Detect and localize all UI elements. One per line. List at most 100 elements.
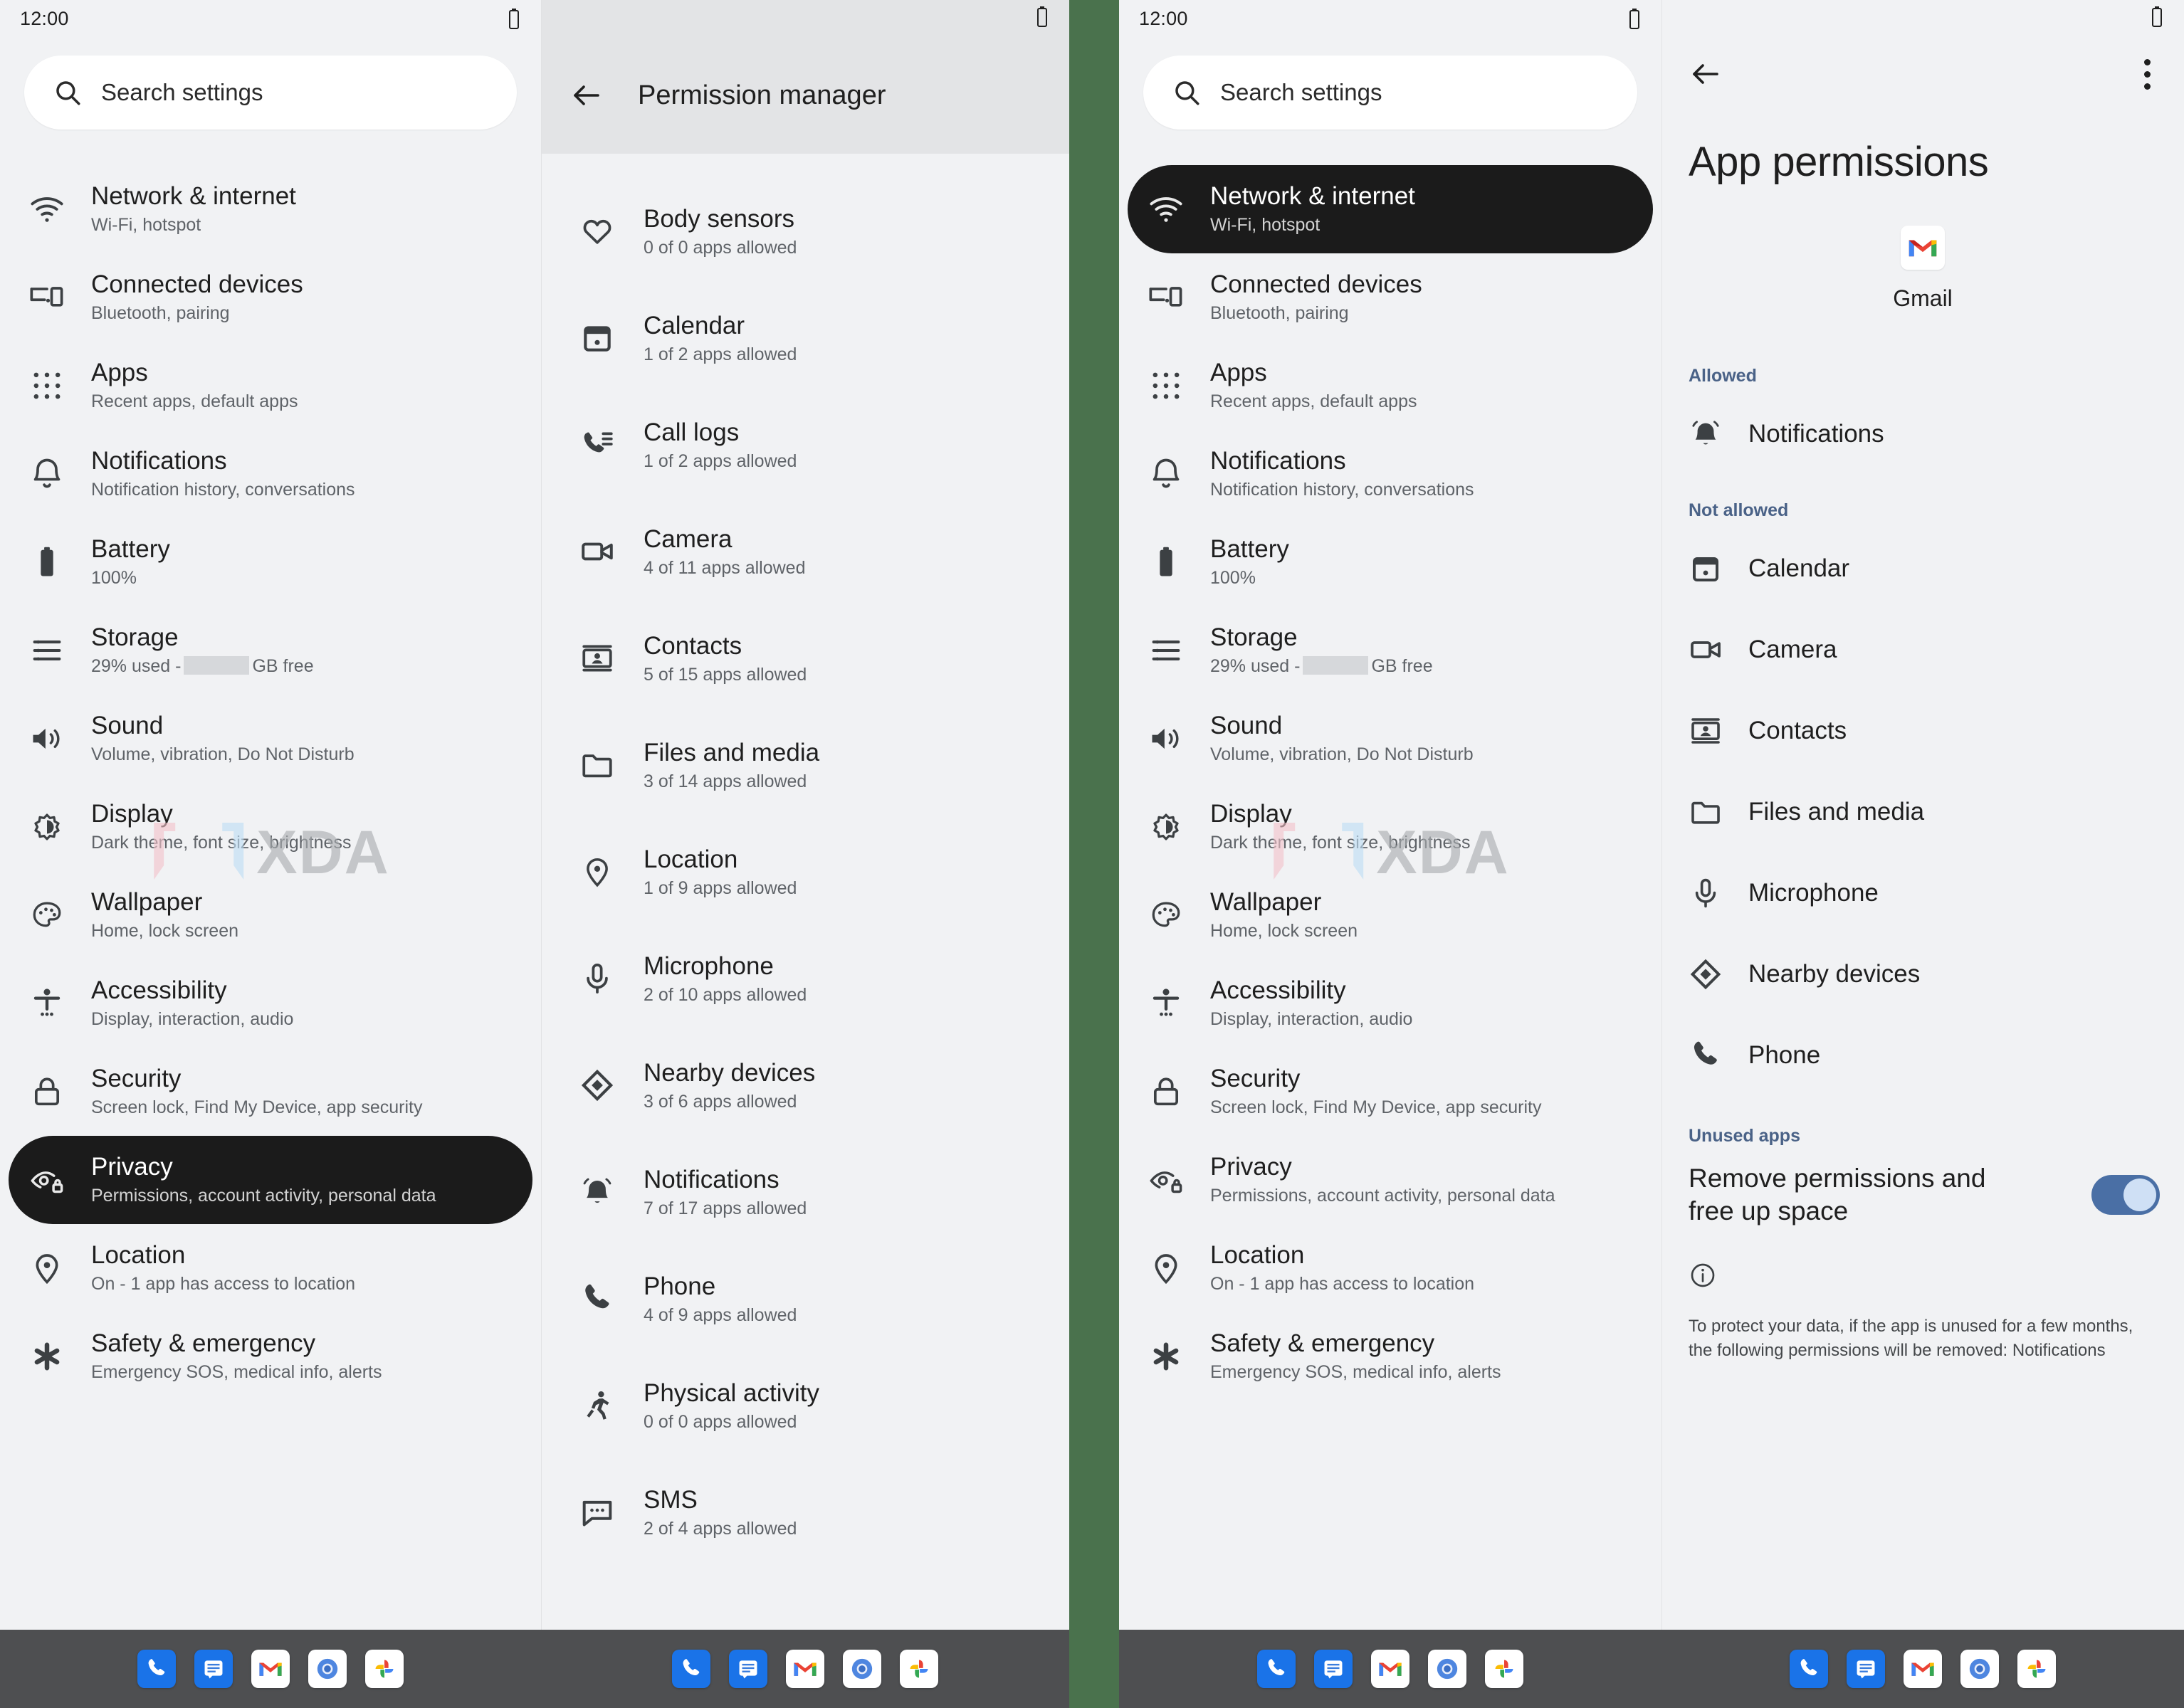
settings-item-sound[interactable]: Sound Volume, vibration, Do Not Disturb: [9, 695, 532, 783]
permission-item-notifications[interactable]: Notifications 7 of 17 apps allowed: [541, 1139, 1069, 1245]
remove-permissions-toggle[interactable]: [2091, 1175, 2160, 1216]
settings-item-subtitle: Wi-Fi, hotspot: [1210, 215, 1321, 236]
settings-item-display[interactable]: Display Dark theme, font size, brightness: [9, 783, 532, 871]
settings-item-wallpaper[interactable]: Wallpaper Home, lock screen: [9, 871, 532, 959]
permission-item-body-sensors[interactable]: Body sensors 0 of 0 apps allowed: [541, 178, 1069, 285]
settings-item-safety-emergency[interactable]: Safety & emergency Emergency SOS, medical…: [9, 1312, 532, 1401]
settings-item-notifications[interactable]: Notifications Notification history, conve…: [9, 430, 532, 518]
app-permission-calendar[interactable]: Calendar: [1661, 528, 2184, 609]
status-bar-left: 12:00: [0, 0, 541, 37]
permission-item-nearby-devices[interactable]: Nearby devices 3 of 6 apps allowed: [541, 1032, 1069, 1139]
photos-app-icon[interactable]: [900, 1650, 938, 1688]
permission-item-microphone[interactable]: Microphone 2 of 10 apps allowed: [541, 925, 1069, 1032]
settings-item-sound[interactable]: Sound Volume, vibration, Do Not Disturb: [1128, 695, 1653, 783]
dock-left-2: [541, 1630, 1069, 1708]
settings-item-accessibility[interactable]: Accessibility Display, interaction, audio: [9, 959, 532, 1048]
permission-manager-list: Body sensors 0 of 0 apps allowed Calendar 1…: [541, 154, 1069, 1566]
permission-item-location[interactable]: Location 1 of 9 apps allowed: [541, 818, 1069, 925]
bell-ring-icon: [579, 1174, 615, 1210]
settings-item-title: Battery: [91, 535, 170, 564]
phone-app-icon[interactable]: [137, 1650, 176, 1688]
permission-item-subtitle: 1 of 2 apps allowed: [644, 450, 797, 471]
settings-item-location[interactable]: Location On - 1 app has access to locatio…: [9, 1224, 532, 1312]
app-permission-phone[interactable]: Phone: [1661, 1015, 2184, 1096]
settings-item-apps[interactable]: Apps Recent apps, default apps: [9, 342, 532, 430]
permission-item-contacts[interactable]: Contacts 5 of 15 apps allowed: [541, 605, 1069, 712]
back-arrow-icon[interactable]: [1687, 56, 1724, 93]
settings-item-subtitle: 29% used - GB free: [91, 656, 314, 677]
app-permission-microphone[interactable]: Microphone: [1661, 853, 2184, 934]
search-placeholder: Search settings: [101, 79, 263, 105]
settings-item-storage[interactable]: Storage 29% used - GB free: [9, 606, 532, 695]
settings-item-subtitle: 100%: [91, 568, 137, 589]
app-permission-notifications[interactable]: Notifications: [1661, 394, 2184, 475]
settings-item-display[interactable]: Display Dark theme, font size, brightness: [1128, 783, 1653, 871]
settings-item-notifications[interactable]: Notifications Notification history, conve…: [1128, 430, 1653, 518]
settings-item-wallpaper[interactable]: Wallpaper Home, lock screen: [1128, 871, 1653, 959]
app-permission-label: Microphone: [1748, 879, 1879, 907]
settings-item-subtitle: Display, interaction, audio: [91, 1009, 294, 1030]
running-icon: [579, 1388, 615, 1423]
gmail-app-icon[interactable]: [1904, 1650, 1942, 1688]
settings-item-subtitle: Notification history, conversations: [91, 480, 355, 500]
permission-item-phone[interactable]: Phone 4 of 9 apps allowed: [541, 1245, 1069, 1352]
chrome-app-icon[interactable]: [308, 1650, 347, 1688]
permission-item-sms[interactable]: SMS 2 of 4 apps allowed: [541, 1459, 1069, 1566]
settings-item-subtitle: Recent apps, default apps: [1210, 391, 1417, 412]
gmail-app-icon[interactable]: [251, 1650, 290, 1688]
gmail-app-icon[interactable]: [786, 1650, 824, 1688]
chrome-app-icon[interactable]: [1960, 1650, 1999, 1688]
settings-item-subtitle: Recent apps, default apps: [91, 391, 298, 412]
battery-icon: [1035, 6, 1049, 32]
settings-item-storage[interactable]: Storage 29% used - GB free: [1128, 606, 1653, 695]
settings-item-privacy[interactable]: Privacy Permissions, account activity, pe…: [9, 1136, 532, 1224]
settings-item-privacy[interactable]: Privacy Permissions, account activity, pe…: [1128, 1136, 1653, 1224]
permission-item-files-and-media[interactable]: Files and media 3 of 14 apps allowed: [541, 712, 1069, 818]
photos-app-icon[interactable]: [2017, 1650, 2056, 1688]
app-permission-files-and-media[interactable]: Files and media: [1661, 771, 2184, 853]
chrome-app-icon[interactable]: [843, 1650, 881, 1688]
settings-item-safety-emergency[interactable]: Safety & emergency Emergency SOS, medical…: [1128, 1312, 1653, 1401]
settings-item-accessibility[interactable]: Accessibility Display, interaction, audio: [1128, 959, 1653, 1048]
kebab-menu-icon[interactable]: [2143, 58, 2151, 90]
settings-item-title: Sound: [1210, 712, 1283, 740]
settings-item-connected-devices[interactable]: Connected devices Bluetooth, pairing: [1128, 253, 1653, 342]
permission-item-camera[interactable]: Camera 4 of 11 apps allowed: [541, 498, 1069, 605]
back-arrow-icon[interactable]: [568, 77, 605, 114]
settings-item-battery[interactable]: Battery 100%: [9, 518, 532, 606]
settings-item-security[interactable]: Security Screen lock, Find My Device, app…: [1128, 1048, 1653, 1136]
permission-item-calendar[interactable]: Calendar 1 of 2 apps allowed: [541, 285, 1069, 391]
messages-app-icon[interactable]: [729, 1650, 767, 1688]
permission-item-title: Body sensors: [644, 205, 795, 233]
photos-app-icon[interactable]: [1485, 1650, 1523, 1688]
search-input[interactable]: Search settings: [1143, 56, 1637, 130]
settings-item-location[interactable]: Location On - 1 app has access to locatio…: [1128, 1224, 1653, 1312]
app-permission-contacts[interactable]: Contacts: [1661, 690, 2184, 771]
messages-app-icon[interactable]: [1847, 1650, 1885, 1688]
search-input[interactable]: Search settings: [24, 56, 517, 130]
display-icon: [28, 808, 65, 845]
phone-app-icon[interactable]: [1790, 1650, 1828, 1688]
connected-devices-icon: [28, 279, 65, 316]
settings-item-battery[interactable]: Battery 100%: [1128, 518, 1653, 606]
app-permission-nearby-devices[interactable]: Nearby devices: [1661, 934, 2184, 1015]
messages-app-icon[interactable]: [1314, 1650, 1353, 1688]
phone-app-icon[interactable]: [672, 1650, 710, 1688]
gmail-app-icon[interactable]: [1371, 1650, 1409, 1688]
permission-item-call-logs[interactable]: Call logs 1 of 2 apps allowed: [541, 391, 1069, 498]
chrome-app-icon[interactable]: [1428, 1650, 1466, 1688]
permission-item-physical-activity[interactable]: Physical activity 0 of 0 apps allowed: [541, 1352, 1069, 1459]
settings-item-network-internet[interactable]: Network & internet Wi-Fi, hotspot: [9, 165, 532, 253]
settings-item-security[interactable]: Security Screen lock, Find My Device, app…: [9, 1048, 532, 1136]
phone-app-icon[interactable]: [1257, 1650, 1296, 1688]
photos-app-icon[interactable]: [365, 1650, 404, 1688]
battery-icon: [1627, 8, 1640, 29]
status-clock: 12:00: [1139, 7, 1188, 29]
remove-permissions-row[interactable]: Remove permissions and free up space: [1661, 1162, 2184, 1228]
app-permission-camera[interactable]: Camera: [1661, 609, 2184, 690]
messages-app-icon[interactable]: [194, 1650, 233, 1688]
settings-item-network-internet[interactable]: Network & internet Wi-Fi, hotspot: [1128, 165, 1653, 253]
settings-item-apps[interactable]: Apps Recent apps, default apps: [1128, 342, 1653, 430]
location-pin-icon: [1148, 1250, 1185, 1287]
settings-item-connected-devices[interactable]: Connected devices Bluetooth, pairing: [9, 253, 532, 342]
